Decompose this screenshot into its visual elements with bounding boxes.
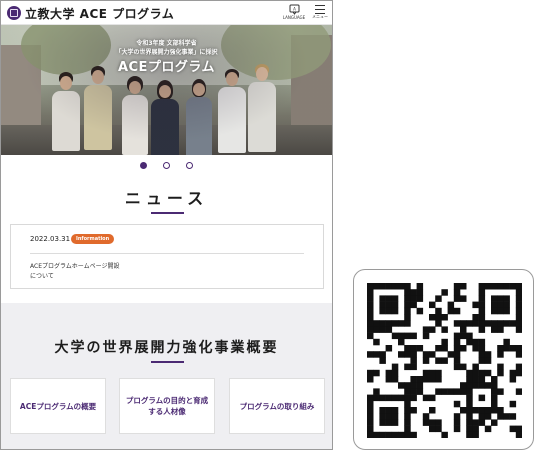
qr-code — [353, 269, 534, 450]
menu-button[interactable]: メニュー — [310, 4, 330, 23]
divider — [30, 253, 304, 254]
overview-section: 大学の世界展開力強化事業概要 ACEプログラムの概要 プログラムの目的と育成する… — [1, 303, 332, 449]
qr-code-icon — [367, 283, 522, 438]
overview-card-label: ACEプログラムの概要 — [19, 401, 97, 411]
svg-text:A: A — [293, 6, 296, 11]
overview-card-purpose[interactable]: プログラムの目的と育成する人材像 — [119, 378, 215, 434]
overview-card-label: プログラムの取り組み — [239, 401, 315, 411]
mobile-screen: 立教大学 ACE プログラム A LANGUAGE メニュー 令和3年度 文部科… — [0, 0, 333, 450]
site-title[interactable]: 立教大学 ACE プログラム — [25, 5, 174, 22]
hero-banner[interactable]: 令和3年度 文部科学省 「大学の世界展開力強化事業」に採択 ACEプログラム — [1, 25, 332, 155]
language-button[interactable]: A LANGUAGE — [283, 4, 305, 23]
news-item[interactable]: 2022.03.31 Information ACEプログラムホームページ開設に… — [10, 224, 324, 289]
news-title-link[interactable]: ACEプログラムホームページ開設について — [30, 262, 120, 282]
hero-subtitle-line1: 令和3年度 文部科学省 — [136, 40, 197, 47]
hero-caption: 令和3年度 文部科学省 「大学の世界展開力強化事業」に採択 ACEプログラム — [1, 39, 332, 77]
university-logo-icon[interactable] — [7, 6, 21, 20]
menu-label: メニュー — [312, 14, 328, 19]
carousel-dot[interactable] — [186, 162, 193, 169]
overview-card-initiatives[interactable]: プログラムの取り組み — [229, 378, 325, 434]
news-category-badge: Information — [71, 234, 115, 244]
news-date: 2022.03.31 — [30, 235, 71, 243]
news-heading: ニュース — [124, 189, 209, 208]
overview-card-ace-program[interactable]: ACEプログラムの概要 — [10, 378, 106, 434]
site-header: 立教大学 ACE プログラム A LANGUAGE メニュー — [1, 1, 332, 25]
carousel-indicator — [1, 162, 332, 169]
carousel-dot[interactable] — [163, 162, 170, 169]
speech-bubble-icon: A — [289, 4, 299, 15]
language-label: LANGUAGE — [282, 15, 306, 20]
heading-underline — [151, 361, 184, 363]
hero-title: ACEプログラム — [117, 60, 216, 75]
carousel-dot[interactable] — [140, 162, 147, 169]
overview-heading: 大学の世界展開力強化事業概要 — [54, 340, 279, 356]
hero-subtitle-line2: 「大学の世界展開力強化事業」に採択 — [115, 49, 218, 56]
overview-card-label: プログラムの目的と育成する人材像 — [125, 396, 209, 416]
heading-underline — [151, 212, 184, 214]
hamburger-icon — [315, 5, 325, 14]
